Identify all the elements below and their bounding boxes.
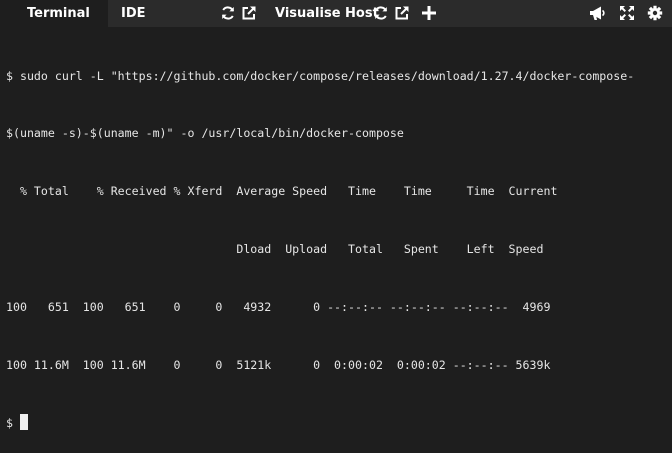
terminal-line: 100 651 100 651 0 0 4932 0 --:--:-- --:-… [6,300,551,315]
megaphone-icon[interactable] [589,5,605,21]
tab-bar: Terminal IDE Visualise Host [0,0,672,27]
tab-terminal[interactable]: Terminal [0,0,108,27]
terminal-line: $(uname -s)-$(uname -m)" -o /usr/local/b… [6,126,404,141]
terminal-line: Dload Upload Total Spent Left Speed [6,242,544,257]
plus-icon[interactable] [421,5,437,21]
prompt: $ [6,415,20,430]
terminal-line: % Total % Received % Xferd Average Speed… [6,184,558,199]
terminal-line: 100 11.6M 100 11.6M 0 0 5121k 0 0:00:02 … [6,358,551,373]
terminal-output[interactable]: $ sudo curl -L "https://github.com/docke… [0,27,672,453]
external-link-icon[interactable] [241,5,257,21]
refresh-icon[interactable] [373,5,389,21]
tab-ide[interactable]: IDE [121,0,146,27]
expand-icon[interactable] [619,5,635,21]
gear-icon[interactable] [647,5,663,21]
refresh-icon[interactable] [220,5,236,21]
terminal-prompt-line[interactable]: $ [6,413,672,433]
terminal-cursor [19,413,28,430]
tab-visualise-host[interactable]: Visualise Host [275,0,379,27]
external-link-icon[interactable] [394,5,410,21]
terminal-line: $ sudo curl -L "https://github.com/docke… [6,68,635,83]
